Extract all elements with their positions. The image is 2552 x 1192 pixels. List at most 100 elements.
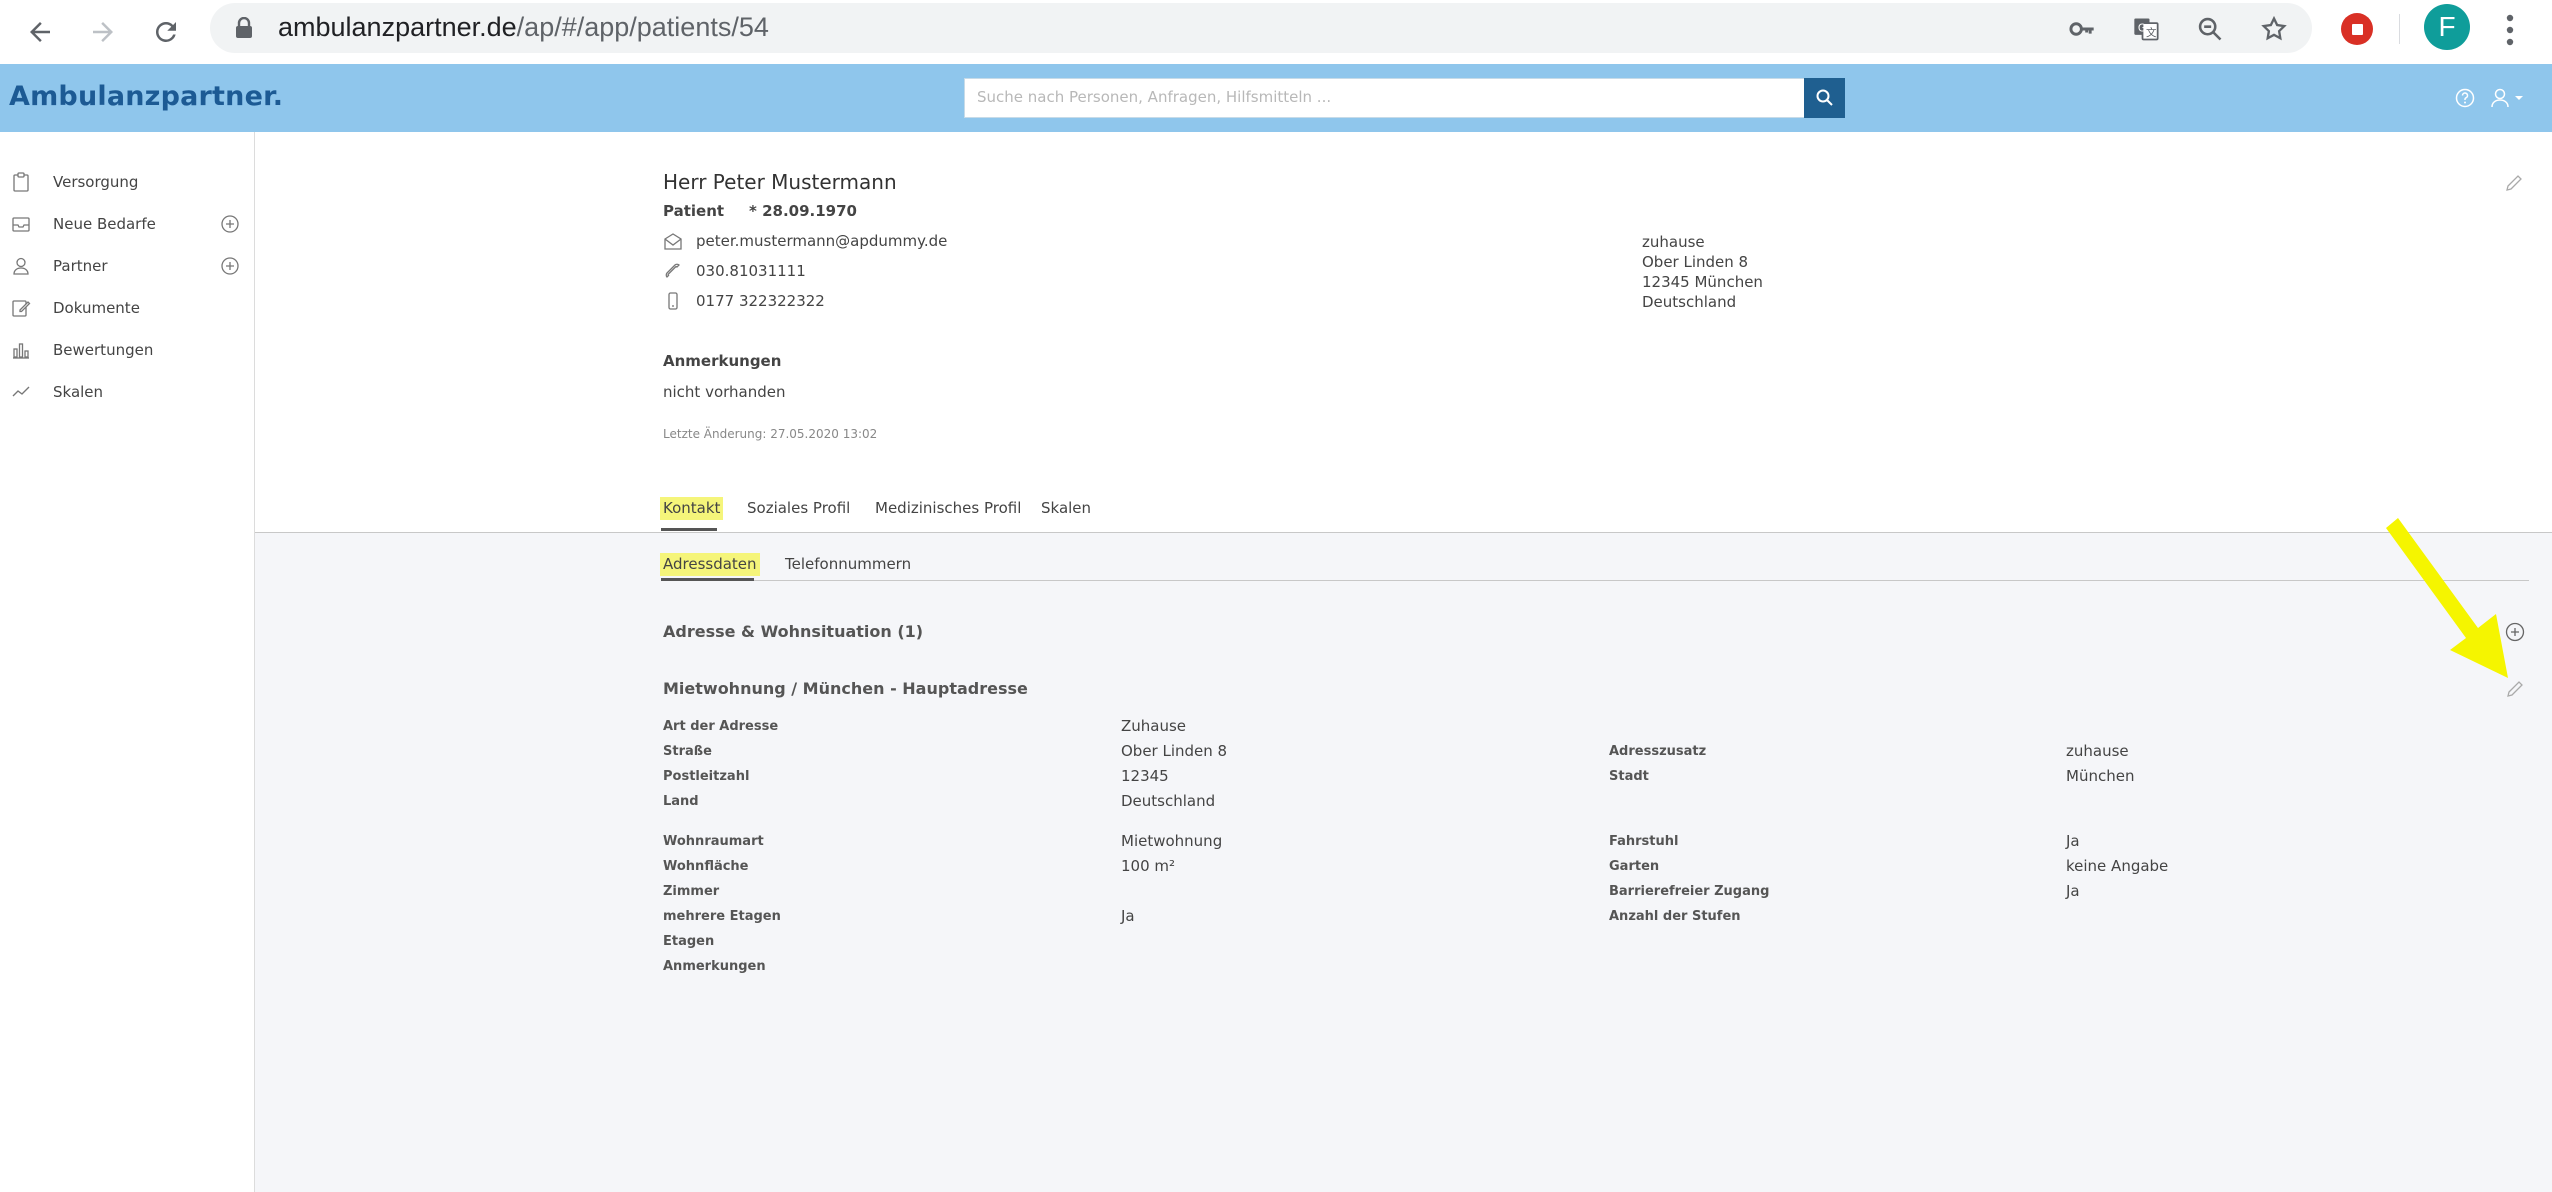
address-bar[interactable]: ambulanzpartner.de/ap/#/app/patients/54 … xyxy=(210,3,2312,53)
add-circle-icon[interactable] xyxy=(220,214,240,234)
patient-name: Herr Peter Mustermann xyxy=(663,170,897,194)
document-edit-icon xyxy=(12,300,31,317)
sidebar-item-label: Neue Bedarfe xyxy=(53,215,156,233)
patient-birthdate: * 28.09.1970 xyxy=(749,202,857,220)
add-circle-icon[interactable] xyxy=(220,256,240,276)
field-value: Deutschland xyxy=(1121,792,1216,810)
reload-button[interactable] xyxy=(146,12,186,52)
lock-icon xyxy=(236,17,252,38)
search-input[interactable] xyxy=(965,79,1797,115)
tab-medizinisches-profil[interactable]: Medizinisches Profil xyxy=(872,497,1024,520)
back-button[interactable] xyxy=(20,12,60,52)
contact-mobile-row: 0177 322322322 xyxy=(663,290,825,312)
forward-arrow-icon xyxy=(93,22,113,42)
field-value: Ober Linden 8 xyxy=(1121,742,1228,760)
field-label: Garten xyxy=(1609,859,1660,874)
field-label: Anzahl der Stufen xyxy=(1609,909,1741,924)
sidebar-item-label: Bewertungen xyxy=(53,341,154,359)
address-entry-title: Mietwohnung / München - Hauptadresse xyxy=(663,679,1028,698)
active-subtab-indicator xyxy=(661,578,754,581)
field-label: Wohnraumart xyxy=(663,834,764,849)
sidebar-item-bewertungen[interactable]: Bewertungen xyxy=(0,333,254,367)
last-change-timestamp: Letzte Änderung: 27.05.2020 13:02 xyxy=(663,427,878,441)
notes-value: nicht vorhanden xyxy=(663,383,786,401)
patient-phone[interactable]: 030.81031111 xyxy=(696,262,806,280)
patient-detail-panel xyxy=(255,533,2552,1192)
patient-email[interactable]: peter.mustermann@apdummy.de xyxy=(696,232,947,250)
field-label: Etagen xyxy=(663,934,715,949)
forward-button[interactable] xyxy=(83,12,123,52)
clipboard-icon xyxy=(13,172,29,192)
address-line: Deutschland xyxy=(1642,293,1737,311)
search-icon xyxy=(1816,89,1833,106)
field-value: Ja xyxy=(2066,882,2080,900)
field-value: Ja xyxy=(2066,832,2080,850)
bar-chart-icon xyxy=(13,343,29,359)
subtab-adressdaten[interactable]: Adressdaten xyxy=(660,553,760,576)
field-label: Fahrstuhl xyxy=(1609,834,1679,849)
svg-text:文: 文 xyxy=(2146,26,2157,39)
back-arrow-icon xyxy=(30,22,50,42)
field-label: Zimmer xyxy=(663,884,720,899)
phone-handset-icon xyxy=(665,263,680,278)
field-value: 100 m² xyxy=(1121,857,1176,875)
person-icon xyxy=(13,257,29,275)
toolbar-separator xyxy=(2399,14,2400,44)
key-icon[interactable] xyxy=(2068,15,2096,43)
address-line: Ober Linden 8 xyxy=(1642,253,1749,271)
field-label: Art der Adresse xyxy=(663,719,779,734)
zoom-icon[interactable] xyxy=(2196,15,2224,43)
annotation-arrow-icon xyxy=(2386,518,2508,678)
field-value: Zuhause xyxy=(1121,717,1187,735)
search-button[interactable] xyxy=(1804,78,1845,118)
extension-stop-icon[interactable] xyxy=(2341,13,2373,45)
sidebar-item-partner[interactable]: Partner xyxy=(0,249,254,283)
contact-phone-row: 030.81031111 xyxy=(663,260,806,282)
field-label: mehrere Etagen xyxy=(663,909,781,924)
tab-kontakt[interactable]: Kontakt xyxy=(660,497,724,520)
user-menu[interactable] xyxy=(2490,87,2524,109)
edit-patient-icon[interactable] xyxy=(2503,172,2525,194)
help-icon[interactable] xyxy=(2455,88,2475,108)
sidebar-item-dokumente[interactable]: Dokumente xyxy=(0,291,254,325)
inbox-icon xyxy=(12,217,30,232)
active-tab-indicator xyxy=(661,528,717,531)
field-value: 12345 xyxy=(1121,767,1169,785)
sidebar-item-label: Versorgung xyxy=(53,173,139,191)
sidebar: Versorgung Neue Bedarfe Partner Dokument… xyxy=(0,132,255,1192)
mobile-phone-icon xyxy=(668,292,678,310)
brand-logo[interactable]: Ambulanzpartner. xyxy=(9,81,283,112)
user-icon xyxy=(2491,88,2509,108)
sidebar-item-label: Partner xyxy=(53,257,108,275)
field-value: zuhause xyxy=(2066,742,2129,760)
patient-mobile[interactable]: 0177 322322322 xyxy=(696,292,825,310)
field-label: Adresszusatz xyxy=(1609,744,1707,759)
field-label: Wohnfläche xyxy=(663,859,749,874)
field-label: Postleitzahl xyxy=(663,769,750,784)
patient-role: Patient xyxy=(663,202,725,220)
translate-icon[interactable]: G文 xyxy=(2132,15,2160,43)
reload-icon xyxy=(155,21,176,42)
sidebar-item-label: Dokumente xyxy=(53,299,140,317)
patient-header-panel xyxy=(255,132,2552,533)
field-value: keine Angabe xyxy=(2066,857,2169,875)
profile-avatar[interactable]: F xyxy=(2424,4,2470,50)
svg-text:G: G xyxy=(2138,22,2146,34)
sidebar-item-neue-bedarfe[interactable]: Neue Bedarfe xyxy=(0,207,254,241)
address-section-title: Adresse & Wohnsituation (1) xyxy=(663,622,924,641)
tab-skalen[interactable]: Skalen xyxy=(1038,497,1094,520)
sidebar-item-skalen[interactable]: Skalen xyxy=(0,375,254,409)
field-value: München xyxy=(2066,767,2135,785)
field-value: Ja xyxy=(1121,907,1135,925)
global-search xyxy=(964,78,1806,118)
notes-heading: Anmerkungen xyxy=(663,352,782,370)
sidebar-item-versorgung[interactable]: Versorgung xyxy=(0,165,254,199)
chevron-down-icon xyxy=(2515,96,2523,100)
contact-email-row: peter.mustermann@apdummy.de xyxy=(663,230,947,252)
address-line: zuhause xyxy=(1642,233,1705,251)
subtab-telefonnummern[interactable]: Telefonnummern xyxy=(782,553,914,576)
bookmark-star-icon[interactable] xyxy=(2260,15,2288,43)
app-header: Ambulanzpartner. xyxy=(0,64,2552,132)
browser-menu-icon[interactable] xyxy=(2500,10,2520,50)
tab-soziales-profil[interactable]: Soziales Profil xyxy=(744,497,853,520)
